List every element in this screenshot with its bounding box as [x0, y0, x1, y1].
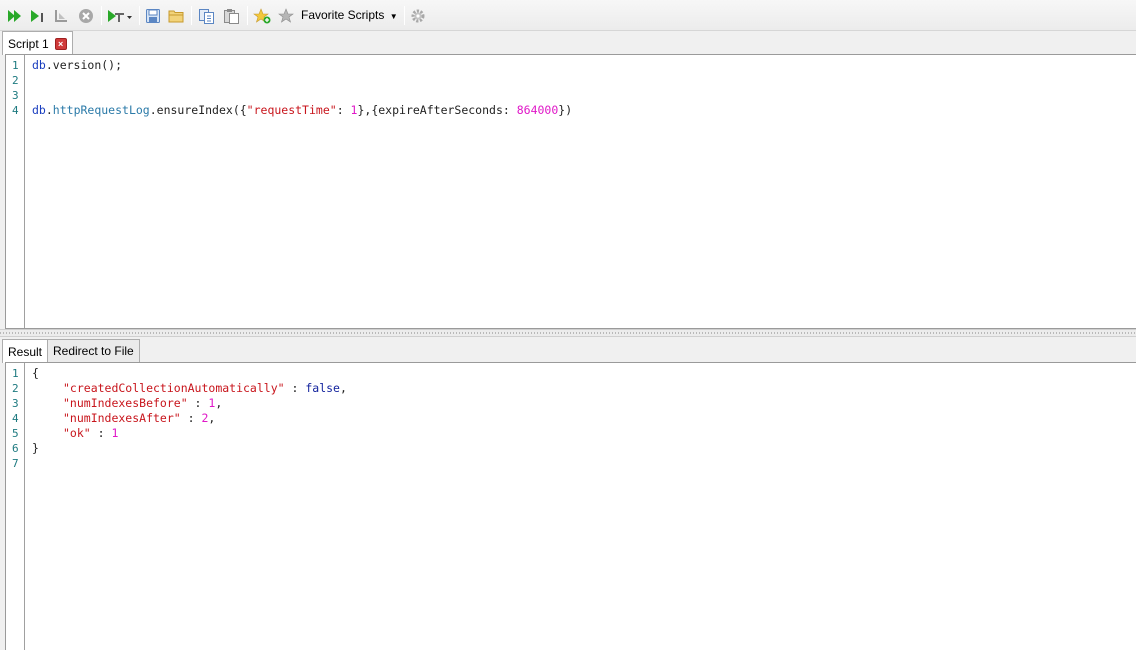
code-line: db.version();	[32, 58, 122, 73]
toolbar-separator	[139, 6, 140, 25]
tab-result[interactable]: Result	[2, 339, 49, 363]
result-line: {	[32, 366, 39, 381]
tab-label: Script 1	[8, 36, 49, 51]
code-token: .	[45, 103, 53, 117]
code-token: })	[558, 103, 573, 117]
line-number: 4	[12, 104, 19, 117]
toolbar-separator	[191, 6, 192, 25]
code-token: "requestTime"	[246, 103, 337, 117]
result-line: "numIndexesAfter" : 2,	[63, 411, 215, 426]
code-token: }	[32, 441, 39, 455]
line-number: 3	[12, 89, 19, 102]
json-value: 1	[111, 426, 119, 440]
favorites-icon[interactable]	[276, 6, 296, 25]
code-token: .ensureIndex({	[149, 103, 247, 117]
json-key: "ok"	[63, 426, 91, 440]
line-number-gutter: 1 2 3 4	[6, 55, 25, 328]
save-icon[interactable]	[144, 6, 162, 25]
line-number: 6	[12, 442, 19, 455]
line-number: 4	[12, 412, 19, 425]
explain-plan-icon[interactable]	[52, 6, 70, 25]
code-token: ,	[215, 396, 223, 410]
result-tab-bar: Result Redirect to File	[0, 339, 1136, 363]
line-number: 3	[12, 397, 19, 410]
line-number-gutter: 1 2 3 4 5 6 7	[6, 363, 25, 650]
code-token: :	[336, 103, 351, 117]
code-token: httpRequestLog	[52, 103, 150, 117]
toolbar-separator	[247, 6, 248, 25]
copy-as-icon[interactable]	[197, 6, 217, 25]
json-key: "numIndexesBefore"	[63, 396, 188, 410]
code-token: {	[32, 366, 39, 380]
json-key: "createdCollectionAutomatically"	[63, 381, 285, 395]
stop-icon[interactable]	[77, 6, 95, 25]
toolbar: Favorite Scripts ▼	[0, 0, 1136, 31]
code-token: :	[180, 411, 202, 425]
chevron-down-icon: ▼	[389, 12, 398, 21]
result-line: "numIndexesBefore" : 1,	[63, 396, 222, 411]
line-number: 2	[12, 74, 19, 87]
code-token: db	[32, 58, 46, 72]
code-token: },{expireAfterSeconds:	[357, 103, 517, 117]
favorite-scripts-dropdown[interactable]: Favorite Scripts ▼	[301, 8, 398, 22]
line-number: 1	[12, 367, 19, 380]
line-number: 1	[12, 59, 19, 72]
code-line: db.httpRequestLog.ensureIndex({"requestT…	[32, 103, 572, 118]
line-number: 2	[12, 382, 19, 395]
json-key: "numIndexesAfter"	[63, 411, 181, 425]
settings-gear-icon[interactable]	[409, 6, 427, 25]
code-token: ,	[208, 411, 216, 425]
execute-current-icon[interactable]	[29, 6, 47, 25]
code-token: :	[90, 426, 112, 440]
code-token: .version();	[45, 58, 123, 72]
json-value: false	[305, 381, 340, 395]
code-token: 864000	[516, 103, 559, 117]
tab-label: Redirect to File	[53, 344, 134, 358]
result-line: }	[32, 441, 39, 456]
format-dropdown-icon[interactable]	[106, 6, 134, 25]
script-tab-bar: Script 1 ×	[0, 31, 1136, 55]
line-number: 7	[12, 457, 19, 470]
result-viewer[interactable]: 1 2 3 4 5 6 7 { "createdCollectionAutoma…	[5, 362, 1136, 650]
add-favorite-icon[interactable]	[252, 6, 272, 25]
result-line: "createdCollectionAutomatically" : false…	[63, 381, 347, 396]
script-editor[interactable]: 1 2 3 4 db.version(); db.httpRequestLog.…	[5, 54, 1136, 329]
open-icon[interactable]	[167, 6, 185, 25]
line-number: 5	[12, 427, 19, 440]
code-token: ,	[339, 381, 347, 395]
tab-label: Result	[8, 344, 43, 359]
pane-splitter[interactable]	[0, 329, 1136, 337]
toolbar-separator	[101, 6, 102, 25]
code-token: :	[284, 381, 306, 395]
execute-all-icon[interactable]	[6, 6, 24, 25]
code-token: :	[187, 396, 209, 410]
code-token: db	[32, 103, 46, 117]
result-line: "ok" : 1	[63, 426, 118, 441]
splitter-grip	[0, 332, 1136, 334]
paste-as-icon[interactable]	[222, 6, 242, 25]
tab-redirect-to-file[interactable]: Redirect to File	[47, 339, 140, 362]
close-icon[interactable]: ×	[54, 37, 67, 50]
tab-script-1[interactable]: Script 1 ×	[2, 31, 73, 55]
favorite-scripts-label: Favorite Scripts	[301, 8, 385, 22]
toolbar-separator	[404, 6, 405, 25]
